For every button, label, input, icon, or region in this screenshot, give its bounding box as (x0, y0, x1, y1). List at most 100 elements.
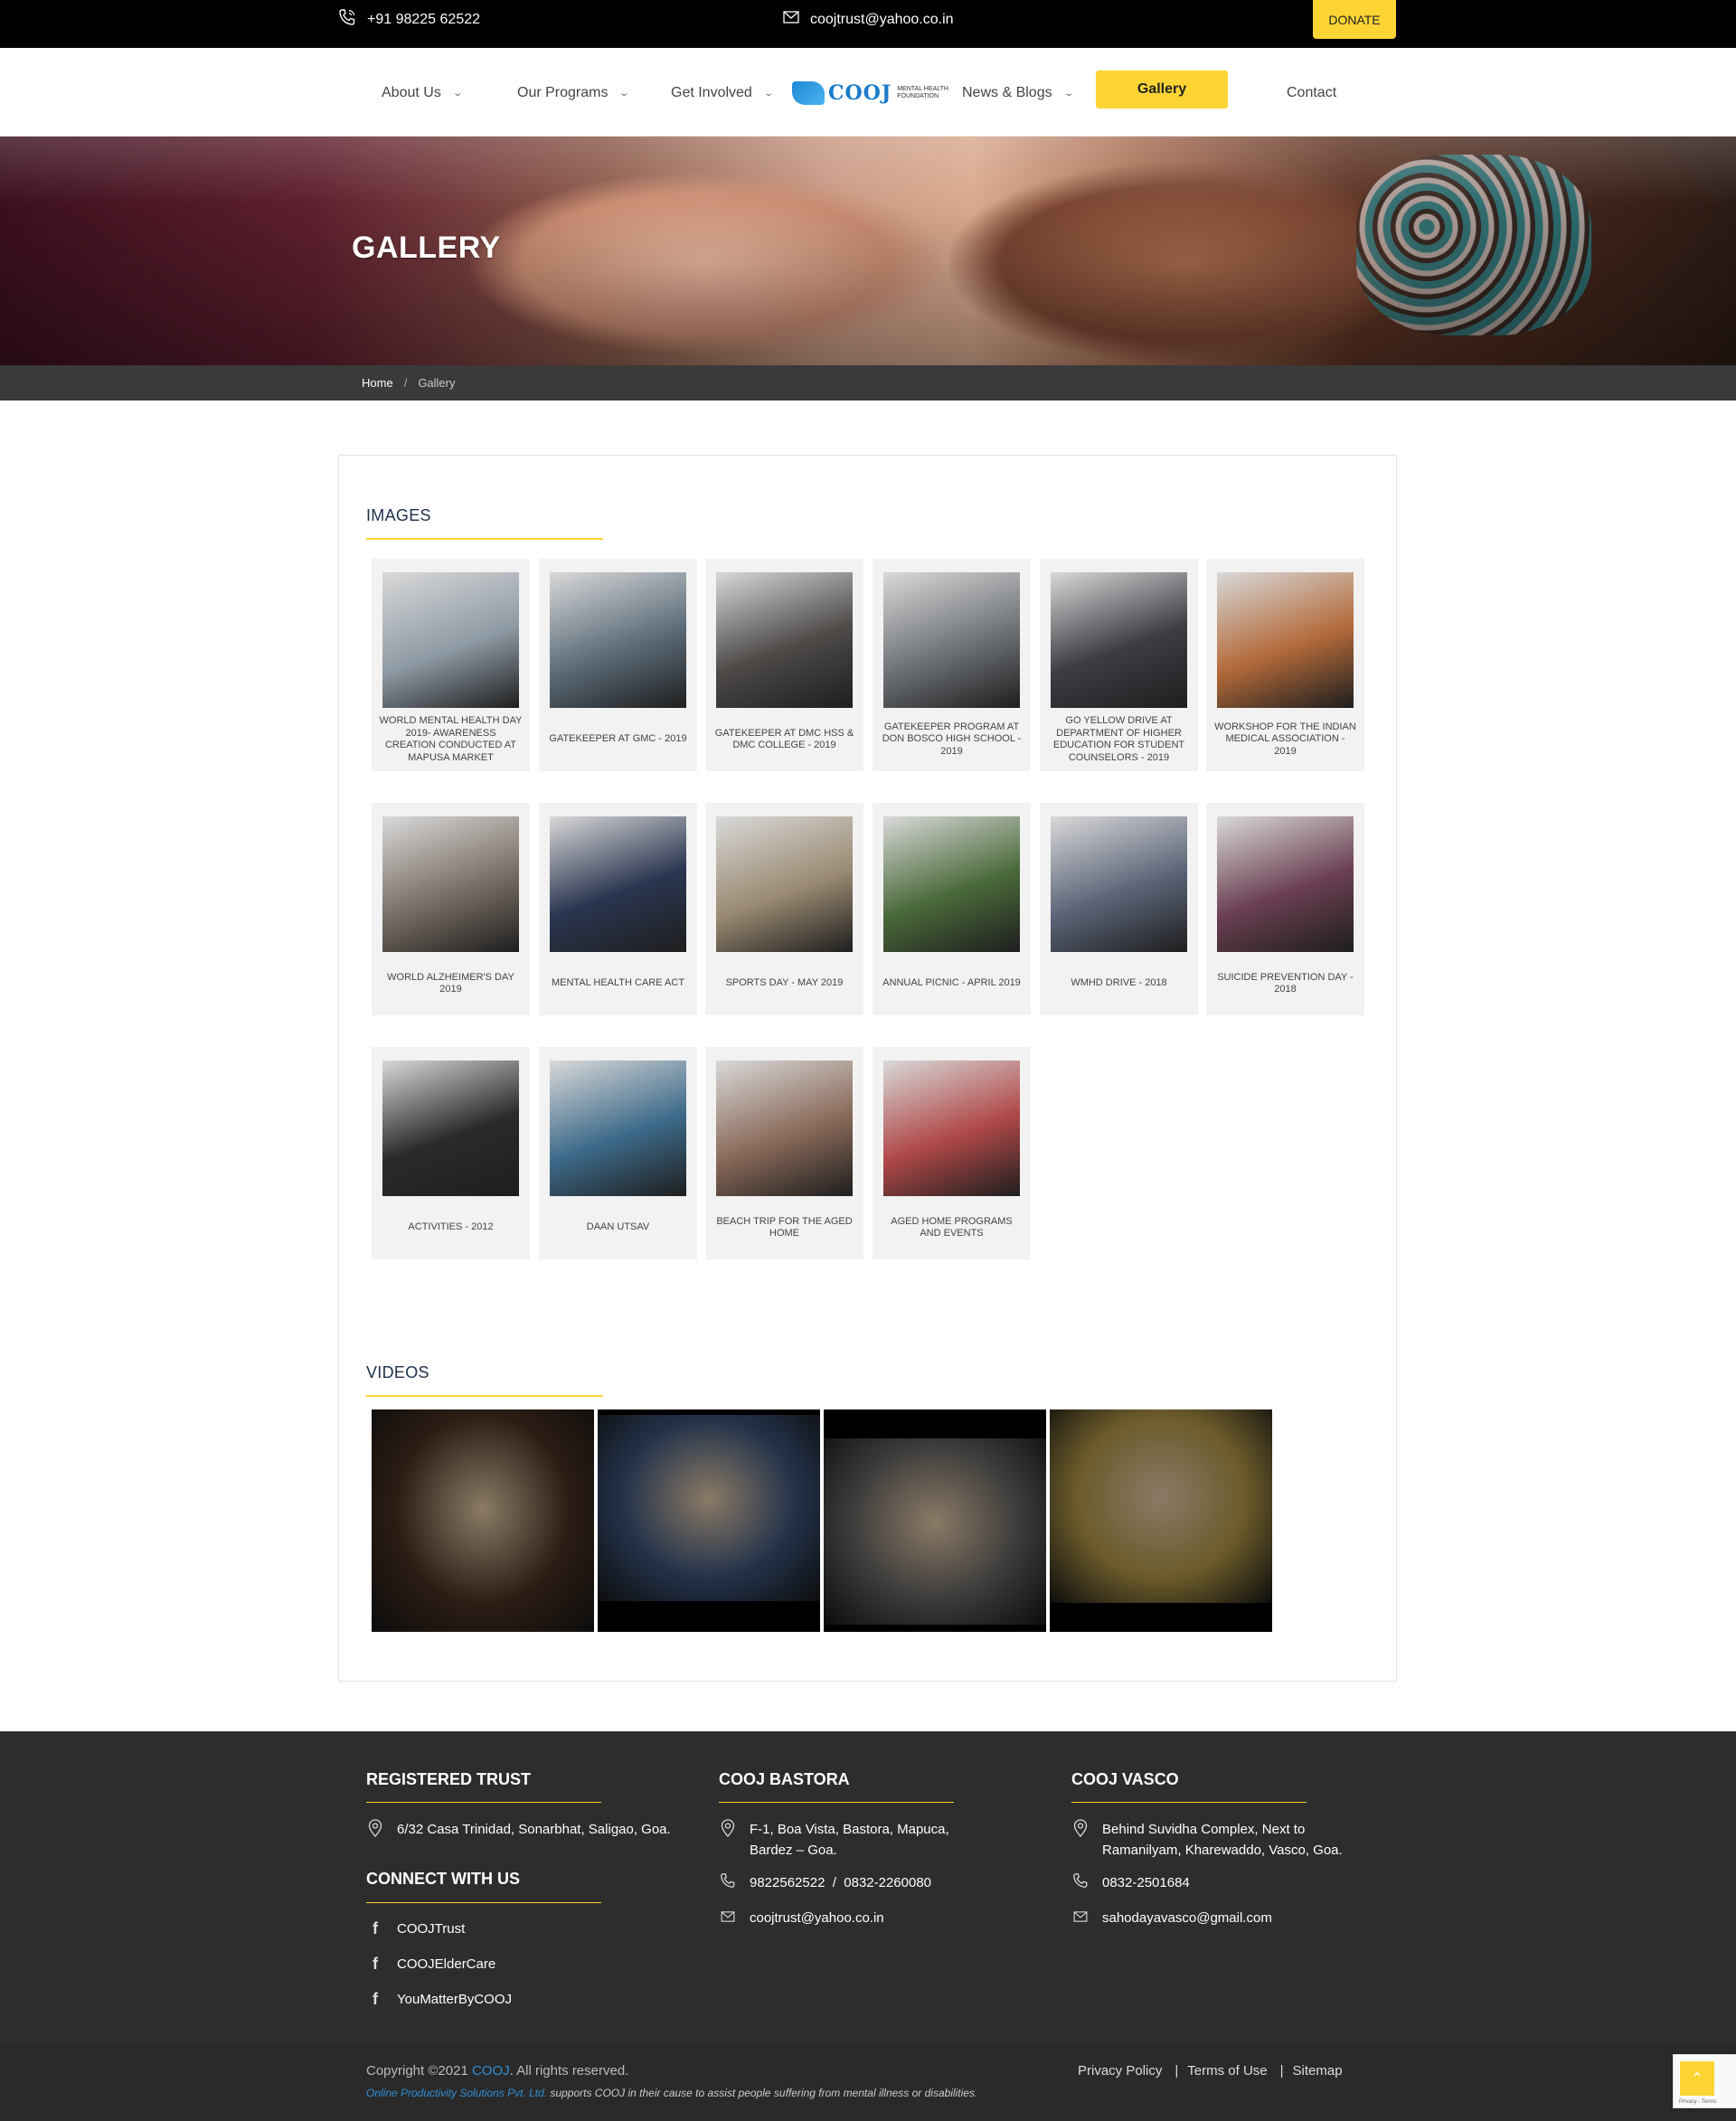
footer-trust-title: REGISTERED TRUST (366, 1770, 532, 1788)
recaptcha-terms[interactable]: Privacy - Terms (1679, 2099, 1716, 2105)
gallery-caption[interactable]: GATEKEEPER PROGRAM AT DON BOSCO HIGH SCH… (880, 708, 1024, 771)
gallery-caption[interactable]: GATEKEEPER AT GMC - 2019 (546, 708, 690, 771)
nav-contact[interactable]: Contact (1287, 79, 1336, 108)
topbar-phone-text: +91 98225 62522 (367, 11, 481, 27)
scroll-to-top-button[interactable]: ⌃ (1680, 2061, 1714, 2096)
video-thumbnail[interactable] (598, 1409, 820, 1632)
nav-gallery[interactable]: Gallery (1096, 71, 1228, 108)
gallery-tile[interactable]: ACTIVITIES - 2012 (372, 1047, 530, 1259)
footer-link-separator: | (1279, 2063, 1284, 2079)
video-frame (372, 1409, 594, 1632)
footer-link-privacy[interactable]: Privacy Policy (1078, 2063, 1162, 2079)
gallery-thumbnail[interactable] (716, 572, 853, 708)
chevron-down-icon: ⌄ (1062, 88, 1074, 99)
footer-bastora-email[interactable]: coojtrust@yahoo.co.in (719, 1908, 884, 1928)
gallery-caption[interactable]: WORLD ALZHEIMER'S DAY 2019 (379, 952, 523, 1015)
credit-line: Online Productivity Solutions Pvt. Ltd. … (366, 2087, 977, 2099)
footer-facebook-coojtrust[interactable]: f COOJTrust (366, 1918, 465, 1939)
footer-link-sitemap[interactable]: Sitemap (1293, 2063, 1343, 2079)
breadcrumb-bar: Home / Gallery (0, 365, 1736, 401)
nav-get-involved-label: Get Involved (671, 85, 752, 100)
photo-placeholder (550, 816, 686, 952)
topbar-phone[interactable]: +91 98225 62522 (338, 0, 480, 39)
gallery-caption[interactable]: DAAN UTSAV (546, 1196, 690, 1259)
topbar-email[interactable]: coojtrust@yahoo.co.in (783, 0, 954, 39)
gallery-caption[interactable]: MENTAL HEALTH CARE ACT (546, 952, 690, 1015)
gallery-tile[interactable]: WMHD DRIVE - 2018 (1040, 803, 1198, 1015)
gallery-tile[interactable]: SPORTS DAY - MAY 2019 (705, 803, 863, 1015)
gallery-thumbnail[interactable] (382, 572, 519, 708)
footer-vasco-phone[interactable]: 0832-2501684 (1071, 1872, 1190, 1895)
nav-news-blogs[interactable]: News & Blogs ⌄ (962, 79, 1074, 108)
footer-vasco-address: Behind Suvidha Complex, Next to Ramanily… (1071, 1819, 1343, 1861)
page-title: GALLERY (352, 231, 501, 265)
footer-connect-underline (366, 1902, 601, 1903)
gallery-caption[interactable]: ANNUAL PICNIC - APRIL 2019 (880, 952, 1024, 1015)
footer-facebook-youmatter[interactable]: f YouMatterByCOOJ (366, 1989, 512, 2010)
gallery-thumbnail[interactable] (716, 816, 853, 952)
gallery-caption[interactable]: SUICIDE PREVENTION DAY - 2018 (1213, 952, 1357, 1015)
hero-banner: GALLERY (0, 137, 1736, 365)
logo-subtitle: MENTAL HEALTH FOUNDATION (897, 86, 948, 99)
gallery-tile[interactable]: GATEKEEPER AT DMC HSS & DMC COLLEGE - 20… (705, 559, 863, 771)
gallery-caption[interactable]: WORLD MENTAL HEALTH DAY 2019- AWARENESS … (379, 708, 523, 771)
nav-about-us[interactable]: About Us ⌄ (382, 79, 463, 108)
gallery-tile[interactable]: AGED HOME PROGRAMS AND EVENTS (873, 1047, 1031, 1259)
gallery-tile[interactable]: DAAN UTSAV (539, 1047, 697, 1259)
gallery-thumbnail[interactable] (1217, 572, 1354, 708)
gallery-thumbnail[interactable] (883, 816, 1020, 952)
footer-vasco-title: COOJ VASCO (1071, 1770, 1179, 1788)
gallery-caption[interactable]: GATEKEEPER AT DMC HSS & DMC COLLEGE - 20… (712, 708, 856, 771)
gallery-caption[interactable]: GO YELLOW DRIVE AT DEPARTMENT OF HIGHER … (1047, 708, 1191, 771)
photo-placeholder (550, 1060, 686, 1196)
gallery-thumbnail[interactable] (883, 572, 1020, 708)
footer-link-terms[interactable]: Terms of Use (1187, 2063, 1267, 2079)
cooj-logo[interactable]: COOJ MENTAL HEALTH FOUNDATION (792, 75, 949, 111)
donate-button[interactable]: DONATE (1313, 0, 1396, 39)
gallery-thumbnail[interactable] (716, 1060, 853, 1196)
facebook-icon: f (373, 1990, 378, 2008)
gallery-thumbnail[interactable] (1051, 816, 1187, 952)
gallery-tile[interactable]: BEACH TRIP FOR THE AGED HOME (705, 1047, 863, 1259)
credit-link[interactable]: Online Productivity Solutions Pvt. Ltd. (366, 2087, 547, 2099)
gallery-tile[interactable]: WORLD ALZHEIMER'S DAY 2019 (372, 803, 530, 1015)
gallery-thumbnail[interactable] (382, 816, 519, 952)
nav-get-involved[interactable]: Get Involved ⌄ (671, 79, 774, 108)
footer-bastora-address-line1: F-1, Boa Vista, Bastora, Mapuca, (750, 1822, 949, 1837)
gallery-thumbnail[interactable] (550, 816, 686, 952)
gallery-tile[interactable]: ANNUAL PICNIC - APRIL 2019 (873, 803, 1031, 1015)
gallery-thumbnail[interactable] (1051, 572, 1187, 708)
footer-trust-address-text: 6/32 Casa Trinidad, Sonarbhat, Saligao, … (397, 1822, 671, 1837)
videos-section-underline (366, 1395, 603, 1397)
gallery-tile[interactable]: WORLD MENTAL HEALTH DAY 2019- AWARENESS … (372, 559, 530, 771)
gallery-thumbnail[interactable] (382, 1060, 519, 1196)
footer-vasco-email-text: sahodayavasco@gmail.com (1102, 1910, 1272, 1926)
footer-bastora-phone[interactable]: 9822562522 / 0832-2260080 (719, 1872, 931, 1895)
gallery-caption[interactable]: SPORTS DAY - MAY 2019 (712, 952, 856, 1015)
gallery-thumbnail[interactable] (550, 1060, 686, 1196)
nav-about-us-label: About Us (382, 85, 441, 100)
breadcrumb-home[interactable]: Home (362, 376, 393, 390)
gallery-tile[interactable]: WORKSHOP FOR THE INDIAN MEDICAL ASSOCIAT… (1206, 559, 1364, 771)
gallery-tile[interactable]: GATEKEEPER PROGRAM AT DON BOSCO HIGH SCH… (873, 559, 1031, 771)
gallery-thumbnail[interactable] (1217, 816, 1354, 952)
gallery-tile[interactable]: GO YELLOW DRIVE AT DEPARTMENT OF HIGHER … (1040, 559, 1198, 771)
video-thumbnail[interactable] (372, 1409, 594, 1632)
video-thumbnail[interactable] (824, 1409, 1046, 1632)
gallery-thumbnail[interactable] (550, 572, 686, 708)
gallery-tile[interactable]: MENTAL HEALTH CARE ACT (539, 803, 697, 1015)
video-thumbnail[interactable] (1050, 1409, 1272, 1632)
gallery-tile[interactable]: GATEKEEPER AT GMC - 2019 (539, 559, 697, 771)
nav-our-programs[interactable]: Our Programs ⌄ (517, 79, 630, 108)
photo-placeholder (883, 1060, 1020, 1196)
copyright-brand-link[interactable]: COOJ (472, 2063, 510, 2079)
gallery-caption[interactable]: WORKSHOP FOR THE INDIAN MEDICAL ASSOCIAT… (1213, 708, 1357, 771)
footer-vasco-email[interactable]: sahodayavasco@gmail.com (1071, 1908, 1272, 1928)
gallery-caption[interactable]: BEACH TRIP FOR THE AGED HOME (712, 1196, 856, 1259)
gallery-caption[interactable]: ACTIVITIES - 2012 (379, 1196, 523, 1259)
gallery-caption[interactable]: AGED HOME PROGRAMS AND EVENTS (880, 1196, 1024, 1259)
gallery-thumbnail[interactable] (883, 1060, 1020, 1196)
gallery-caption[interactable]: WMHD DRIVE - 2018 (1047, 952, 1191, 1015)
gallery-tile[interactable]: SUICIDE PREVENTION DAY - 2018 (1206, 803, 1364, 1015)
footer-facebook-coojeldercare[interactable]: f COOJElderCare (366, 1954, 495, 1975)
